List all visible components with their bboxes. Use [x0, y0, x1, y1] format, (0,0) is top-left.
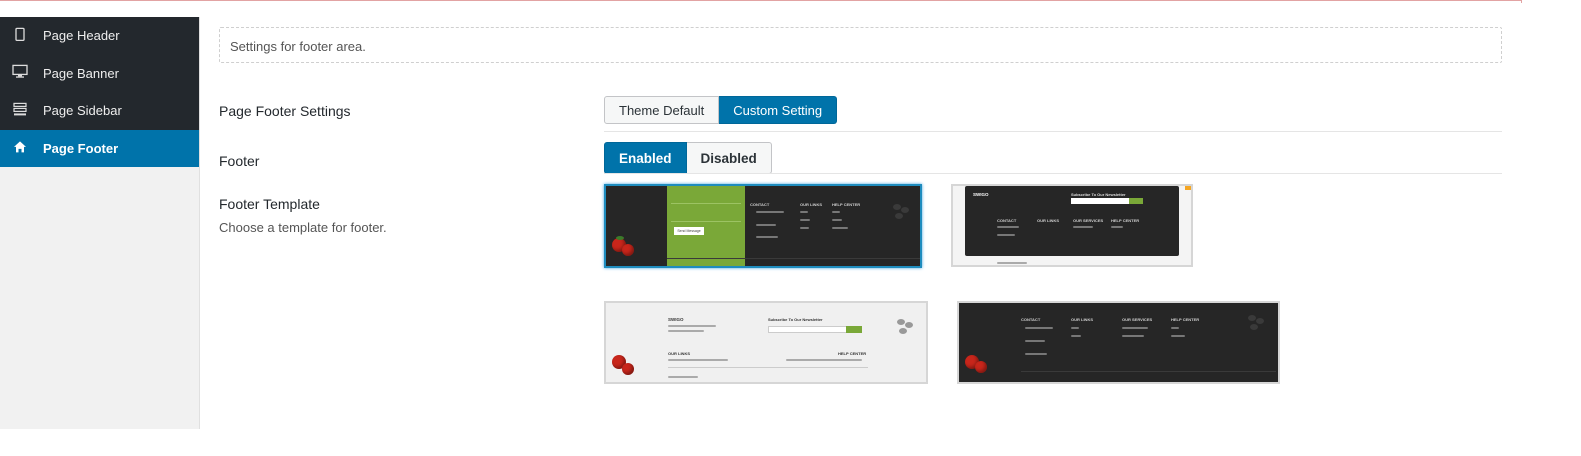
coffee-beans-image: [1248, 315, 1264, 330]
coffee-beans-image: [897, 319, 913, 334]
template-heading: HELP CENTER: [1111, 218, 1140, 223]
template-text: [997, 234, 1015, 236]
template-text: [1025, 340, 1045, 342]
footer-template-1[interactable]: Send Message CONTACT OUR LINKS HELP CENT…: [604, 184, 922, 268]
sidebar-item-page-footer[interactable]: Page Footer: [0, 129, 199, 167]
footer-template-description: Choose a template for footer.: [219, 220, 387, 235]
options-sidebar: Page Header Page Banner Page Sidebar Pag…: [0, 17, 200, 429]
template-text: [1025, 327, 1053, 329]
enabled-button[interactable]: Enabled: [604, 142, 687, 174]
template-text: [997, 226, 1019, 228]
template-text: [832, 211, 840, 213]
template-text: [668, 330, 704, 332]
leaf-image: [616, 236, 624, 240]
sidebar-item-page-banner[interactable]: Page Banner: [0, 55, 199, 93]
template-heading: HELP CENTER: [832, 202, 861, 207]
template-text: [756, 211, 784, 213]
template-text: [1171, 335, 1185, 337]
tomato-image: [622, 363, 634, 375]
template-text: [1025, 353, 1047, 355]
sidebar-nav: Page Header Page Banner Page Sidebar Pag…: [0, 17, 199, 167]
template-heading: OUR SERVICES: [1122, 317, 1153, 322]
divider: [604, 173, 1502, 174]
sidebar-item-label: Page Footer: [43, 140, 119, 156]
template-subscribe: Subscribe To Our Newsletter: [768, 317, 823, 322]
template-heading: OUR LINKS: [1071, 317, 1093, 322]
template-text: [786, 359, 862, 361]
sidebar-item-page-header[interactable]: Page Header: [0, 17, 199, 55]
template-divider: [1021, 371, 1276, 372]
template-text: [756, 224, 776, 226]
footer-enable-toggle: Enabled Disabled: [604, 142, 772, 174]
template-badge: [1185, 186, 1191, 190]
template-text: [832, 227, 848, 229]
footer-template-3[interactable]: SWIGO Subscribe To Our Newsletter OUR LI…: [604, 301, 928, 384]
template-send-button: Send Message: [674, 227, 704, 235]
template-brand: SWIGO: [668, 317, 684, 322]
template-heading: HELP CENTER: [838, 351, 867, 356]
template-heading: HELP CENTER: [1171, 317, 1200, 322]
template-text: [832, 219, 842, 221]
tomato-image: [622, 244, 634, 256]
template-signup-button: [846, 326, 862, 333]
template-text: [668, 376, 698, 378]
coffee-beans-image: [893, 204, 909, 219]
sidebar-item-label: Page Sidebar: [43, 103, 122, 119]
template-heading: CONTACT: [1021, 317, 1041, 322]
template-text: [997, 262, 1027, 264]
template-subscribe: Subscribe To Our Newsletter: [1071, 192, 1126, 197]
sidebar-item-label: Page Banner: [43, 65, 119, 81]
template-signup-button: [1129, 198, 1143, 204]
template-text: [1071, 327, 1079, 329]
template-divider: [671, 221, 741, 222]
template-heading: OUR SERVICES: [1073, 218, 1104, 223]
template-heading: CONTACT: [750, 202, 770, 207]
sidebar-item-page-sidebar[interactable]: Page Sidebar: [0, 92, 199, 130]
custom-setting-button[interactable]: Custom Setting: [719, 96, 838, 124]
template-text: [800, 227, 809, 229]
tomato-image: [975, 361, 987, 373]
template-brand: SWIGO: [973, 192, 989, 197]
template-text: [668, 359, 728, 361]
template-text: [1071, 335, 1081, 337]
footer-template-4[interactable]: CONTACT OUR LINKS OUR SERVICES HELP CENT…: [957, 301, 1280, 384]
template-heading: OUR LINKS: [800, 202, 822, 207]
template-text: [1111, 226, 1123, 228]
page-footer-settings-toggle: Theme Default Custom Setting: [604, 96, 838, 124]
template-divider: [671, 203, 741, 204]
template-heading: OUR LINKS: [668, 351, 690, 356]
template-text: [1171, 327, 1179, 329]
footer-template-2[interactable]: SWIGO Subscribe To Our Newsletter CONTAC…: [951, 184, 1193, 267]
template-text: [800, 211, 808, 213]
template-divider: [667, 258, 920, 259]
template-text: [1073, 226, 1093, 228]
footer-label: Footer: [219, 153, 260, 169]
template-divider: [668, 367, 868, 368]
theme-default-button[interactable]: Theme Default: [604, 96, 720, 124]
home-icon: [12, 139, 28, 155]
list-icon: [12, 101, 28, 117]
template-text: [800, 219, 810, 221]
top-border: [0, 0, 1522, 3]
template-text: [1122, 335, 1144, 337]
template-text: [668, 325, 716, 327]
mobile-icon: [12, 26, 28, 42]
divider: [604, 131, 1502, 132]
desktop-icon: [12, 64, 28, 80]
disabled-button[interactable]: Disabled: [686, 142, 772, 174]
template-text: [756, 236, 778, 238]
template-text: [1122, 327, 1148, 329]
footer-template-label: Footer Template: [219, 196, 320, 212]
template-heading: CONTACT: [997, 218, 1017, 223]
page-footer-settings-label: Page Footer Settings: [219, 103, 351, 119]
template-heading: OUR LINKS: [1037, 218, 1059, 223]
sidebar-item-label: Page Header: [43, 28, 120, 44]
section-notice: Settings for footer area.: [219, 27, 1502, 63]
